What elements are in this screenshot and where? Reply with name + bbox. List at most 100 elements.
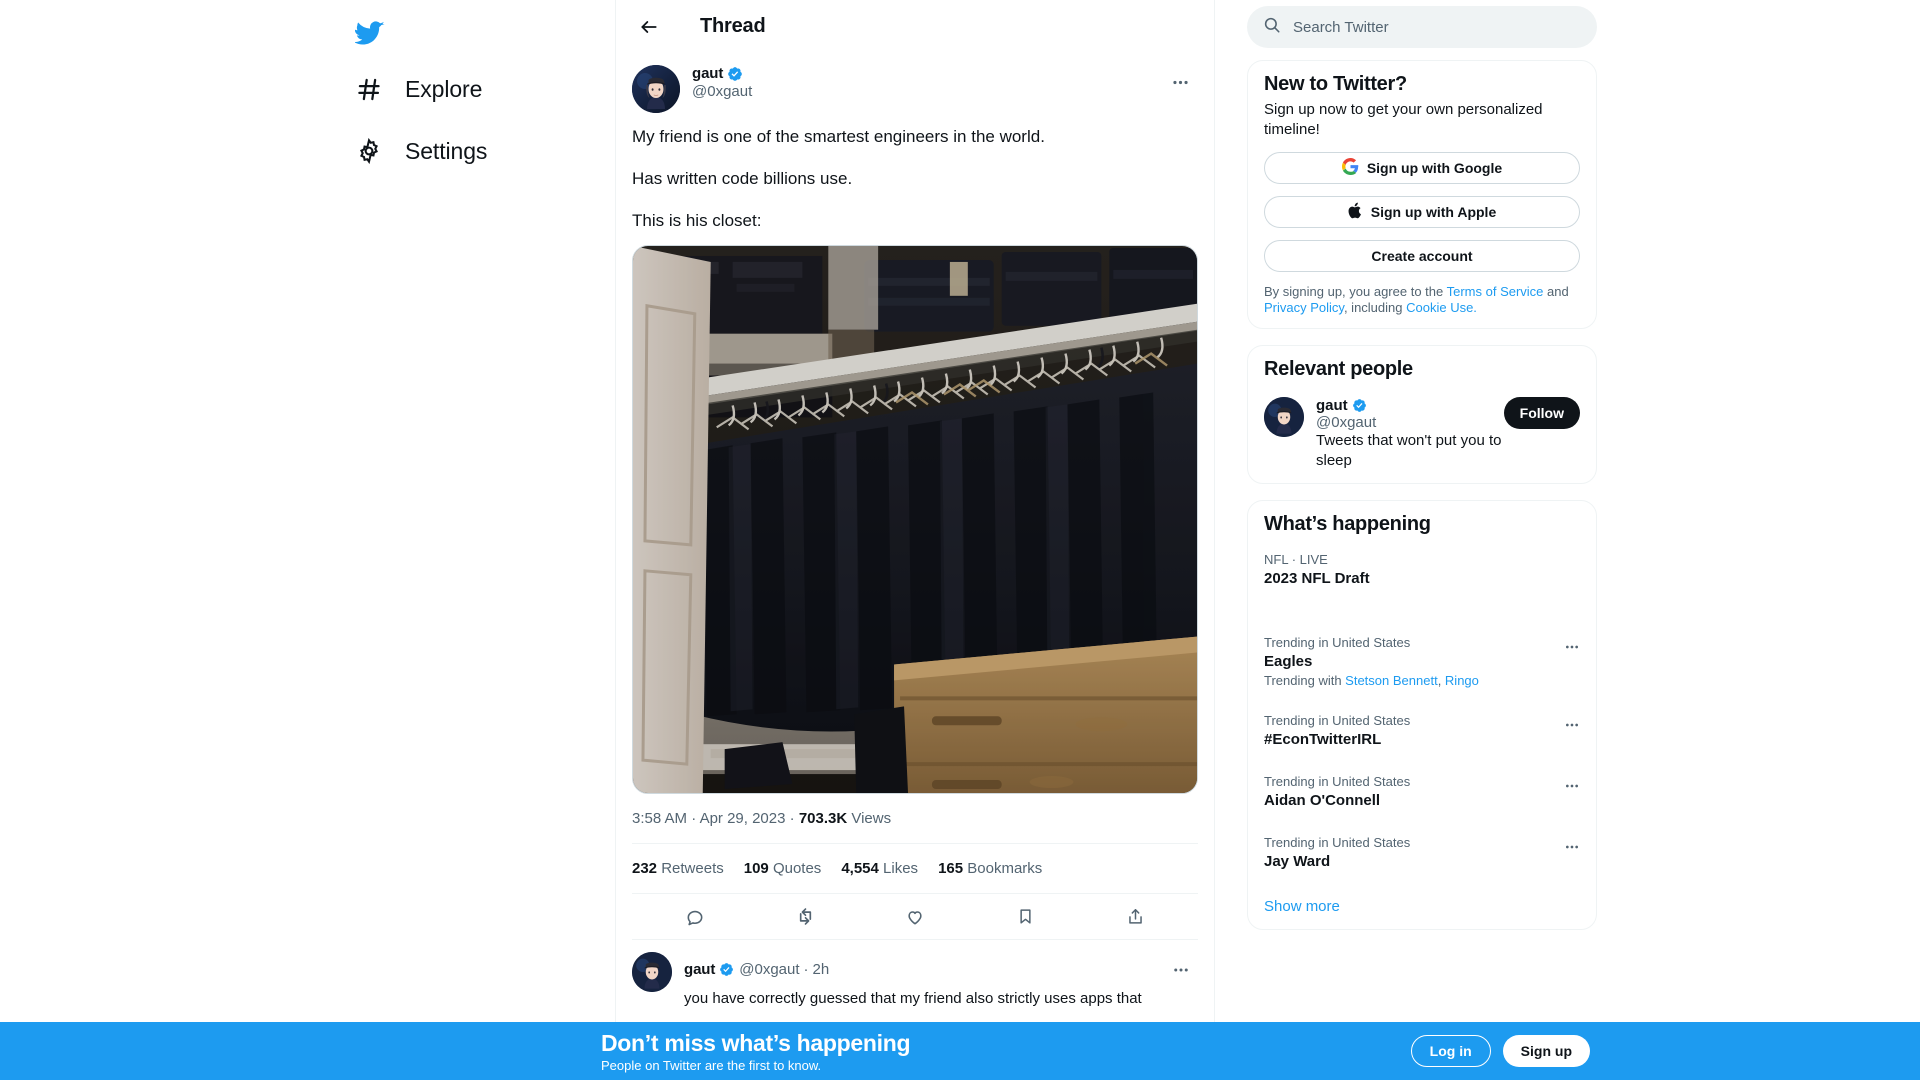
page-title: Thread: [700, 15, 766, 37]
create-account-button[interactable]: Create account: [1264, 240, 1580, 272]
signup-banner: Don’t miss what’s happening People on Tw…: [0, 1022, 1920, 1080]
signup-card-subtitle: Sign up now to get your own personalized…: [1264, 101, 1543, 138]
reply-display-name[interactable]: gaut: [684, 961, 715, 978]
like-icon[interactable]: [898, 899, 933, 934]
tweet-paragraph: Has written code billions use.: [632, 169, 853, 188]
views-count: 703.3K: [798, 810, 848, 827]
tweet-actions-row: [632, 894, 1198, 939]
ellipsis-icon[interactable]: [1558, 833, 1586, 861]
thread-column: Thread gaut @0xgaut My friend is one of …: [615, 0, 1215, 1080]
privacy-policy-link[interactable]: Privacy Policy: [1264, 300, 1344, 315]
relevant-person-handle[interactable]: @0xgaut: [1316, 414, 1504, 431]
retweet-icon[interactable]: [788, 899, 823, 934]
trend-category: Trending in United States: [1264, 774, 1411, 789]
signup-legal-text: By signing up, you agree to the Terms of…: [1248, 284, 1596, 328]
trend-name: Jay Ward: [1264, 853, 1331, 870]
thread-header: Thread: [616, 0, 1214, 53]
tweet-media-photo[interactable]: [632, 245, 1198, 794]
timestamp-separator: ·: [687, 810, 700, 827]
reply-text: you have correctly guessed that my frien…: [684, 990, 1142, 1007]
tweet-stats-row: 232 Retweets 109 Quotes 4,554 Likes 165 …: [632, 844, 1198, 893]
stat-count: 4,554: [841, 860, 879, 877]
stat-likes[interactable]: 4,554 Likes: [841, 860, 918, 877]
banner-text-group: Don’t miss what’s happening People on Tw…: [601, 1029, 911, 1074]
sign-up-with-google-label: Sign up with Google: [1366, 160, 1503, 176]
tweet-paragraph: This is his closet:: [632, 211, 762, 230]
sign-up-with-google-button[interactable]: Sign up with Google: [1264, 152, 1580, 184]
timestamp-separator: ·: [785, 810, 799, 827]
reply-tweet: gaut @0xgaut · 2h you have correctly gue…: [616, 940, 1214, 1009]
relevant-people-title: Relevant people: [1264, 358, 1413, 380]
trend-name: Aidan O'Connell: [1264, 792, 1381, 809]
verified-badge-icon: [1352, 398, 1368, 414]
trend-item-live[interactable]: NFL · LIVE 2023 NFL Draft: [1248, 540, 1596, 601]
trend-with-link[interactable]: Stetson Bennett: [1345, 673, 1438, 688]
author-display-name[interactable]: gaut: [692, 65, 723, 82]
sidebar-item-settings[interactable]: Settings: [350, 120, 555, 182]
legal-including: , including: [1343, 300, 1407, 315]
ellipsis-icon[interactable]: [1558, 711, 1586, 739]
reply-content: gaut @0xgaut · 2h you have correctly gue…: [684, 952, 1198, 1009]
log-in-button[interactable]: Log in: [1410, 1035, 1491, 1067]
twitter-bird-icon[interactable]: [350, 8, 400, 58]
avatar[interactable]: [1264, 397, 1304, 437]
trend-item-eagles[interactable]: Trending in United States Eagles Trendin…: [1248, 623, 1596, 701]
relevant-person-name-row: gaut: [1316, 397, 1504, 414]
cookie-use-link[interactable]: Cookie Use.: [1406, 300, 1477, 315]
trend-item-jay-ward[interactable]: Trending in United States Jay Ward: [1248, 823, 1596, 884]
follow-button[interactable]: Follow: [1503, 397, 1580, 429]
tweet-author-row: gaut @0xgaut: [632, 53, 1198, 113]
stat-quotes[interactable]: 109 Quotes: [744, 860, 822, 877]
reply-handle[interactable]: @0xgaut: [739, 961, 799, 978]
relevant-person-row[interactable]: gaut @0xgaut Tweets that won't put you t…: [1248, 385, 1596, 483]
search-input[interactable]: [1293, 18, 1581, 36]
relevant-person-display-name[interactable]: gaut: [1316, 397, 1348, 414]
reply-icon[interactable]: [678, 899, 713, 934]
author-names: gaut @0xgaut: [692, 65, 1163, 100]
whats-happening-title: What’s happening: [1264, 513, 1431, 535]
author-handle[interactable]: @0xgaut: [692, 83, 1163, 100]
trend-with-link[interactable]: Ringo: [1445, 673, 1479, 688]
avatar[interactable]: [632, 952, 672, 992]
whats-happening-card: What’s happening NFL · LIVE 2023 NFL Dra…: [1247, 500, 1597, 930]
stat-label: Quotes: [772, 860, 822, 877]
verified-badge-icon: [719, 962, 735, 978]
avatar[interactable]: [632, 65, 680, 113]
banner-subtext: People on Twitter are the first to know.: [601, 1057, 822, 1073]
trend-name: 2023 NFL Draft: [1264, 570, 1370, 587]
search-icon: [1263, 16, 1281, 39]
trend-with-prefix: Trending with: [1264, 673, 1346, 688]
reply-more-options-button[interactable]: [1163, 952, 1198, 987]
left-sidebar: Explore Settings: [0, 0, 615, 1080]
trend-item-econtwitterirl[interactable]: Trending in United States #EconTwitterIR…: [1248, 701, 1596, 762]
bookmark-icon[interactable]: [1008, 899, 1043, 934]
terms-of-service-link[interactable]: Terms of Service: [1447, 284, 1544, 299]
verified-badge-icon: [727, 66, 743, 82]
reply-time-ago[interactable]: 2h: [813, 961, 830, 978]
tweet-time: 3:58 AM: [632, 810, 688, 827]
stat-bookmarks[interactable]: 165 Bookmarks: [938, 860, 1042, 877]
trend-item-aidan-oconnell[interactable]: Trending in United States Aidan O'Connel…: [1248, 762, 1596, 823]
back-arrow-icon[interactable]: [632, 10, 666, 44]
ellipsis-icon[interactable]: [1558, 772, 1586, 800]
apple-logo-icon: [1348, 202, 1363, 222]
tweet-more-options-button[interactable]: [1163, 65, 1198, 100]
twitter-thread-page: Explore Settings Thread gaut @0xgaut My …: [0, 0, 1920, 1080]
stat-label: Bookmarks: [967, 860, 1043, 877]
sign-up-with-apple-button[interactable]: Sign up with Apple: [1264, 196, 1580, 228]
stat-label: Retweets: [661, 860, 724, 877]
stat-retweets[interactable]: 232 Retweets: [632, 860, 724, 877]
tweet-timestamp: 3:58 AM · Apr 29, 2023 · 703.3K Views: [632, 794, 1198, 843]
share-icon[interactable]: [1118, 899, 1153, 934]
legal-prefix: By signing up, you agree to the: [1264, 284, 1447, 299]
search-bar[interactable]: [1247, 6, 1597, 48]
sidebar-item-explore[interactable]: Explore: [350, 58, 555, 120]
stat-count: 165: [938, 860, 964, 877]
stat-count: 109: [743, 860, 769, 877]
trend-category: Trending in United States: [1264, 835, 1411, 850]
main-tweet: gaut @0xgaut My friend is one of the sma…: [616, 53, 1214, 940]
show-more-link[interactable]: Show more: [1248, 884, 1596, 929]
gear-icon: [353, 135, 385, 167]
sign-up-button[interactable]: Sign up: [1502, 1035, 1590, 1067]
ellipsis-icon[interactable]: [1558, 633, 1586, 661]
